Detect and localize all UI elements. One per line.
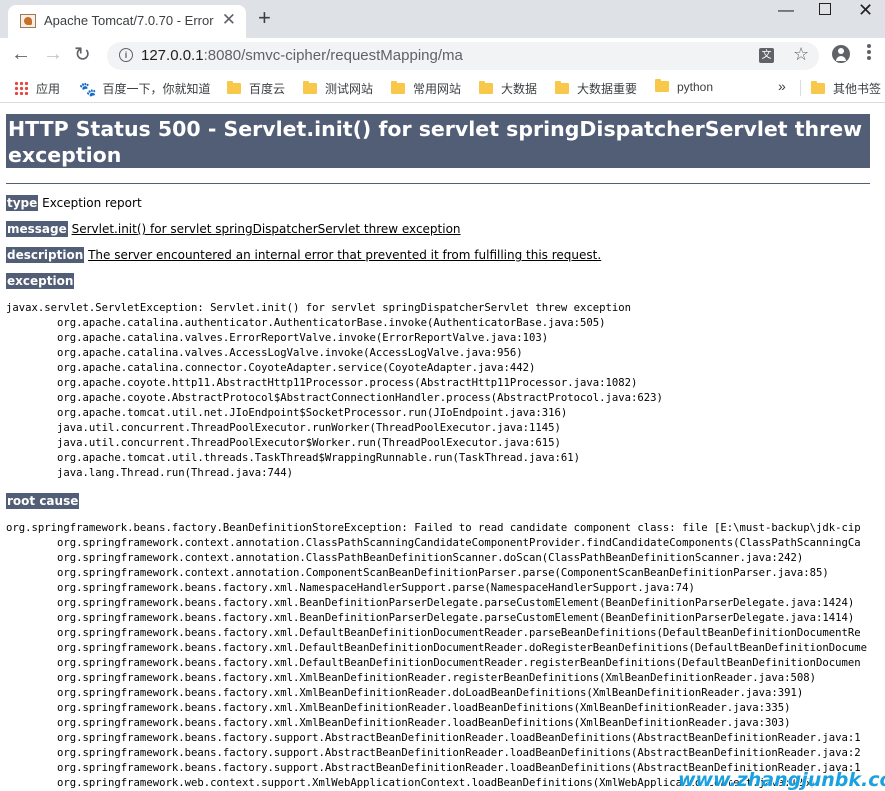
folder-icon xyxy=(479,81,493,94)
type-row: type Exception report xyxy=(6,195,142,211)
baidu-paw-icon: 🐾 xyxy=(79,81,97,97)
maximize-icon[interactable] xyxy=(819,3,831,15)
stack-trace-line: org.apache.catalina.valves.ErrorReportVa… xyxy=(6,332,549,344)
stack-trace-line: org.springframework.context.annotation.C… xyxy=(6,567,829,579)
bookmark-label: 百度一下，你就知道 xyxy=(102,82,211,96)
bookmarks-bar: 应用 🐾 百度一下，你就知道 百度云 测试网站 常用网站 大数据 大数据重要 py… xyxy=(0,74,885,103)
bookmark-label: 常用网站 xyxy=(413,82,462,96)
address-bar[interactable]: i 127.0.0.1:8080/smvc-cipher/requestMapp… xyxy=(107,42,819,70)
root-cause-row: root cause xyxy=(6,493,80,509)
message-label: message xyxy=(6,221,68,237)
stack-trace-line: org.apache.tomcat.util.threads.TaskThrea… xyxy=(6,452,581,464)
bookmark-label: 应用 xyxy=(36,82,61,96)
bookmark-star-icon[interactable]: ☆ xyxy=(793,44,809,65)
bookmark-common-sites[interactable]: 常用网站 xyxy=(391,80,461,97)
bookmark-label: 大数据 xyxy=(501,82,538,96)
bookmark-apps[interactable]: 应用 xyxy=(14,80,60,97)
window-close-icon[interactable]: ✕ xyxy=(858,0,873,21)
bookmark-label: 百度云 xyxy=(249,82,286,96)
stack-trace-line: org.springframework.beans.factory.xml.Xm… xyxy=(6,702,791,714)
stack-trace-line: org.apache.catalina.valves.AccessLogValv… xyxy=(6,347,523,359)
tab-close-icon[interactable]: ✕ xyxy=(222,10,236,30)
browser-toolbar: ← → ↻ i 127.0.0.1:8080/smvc-cipher/reque… xyxy=(0,38,885,74)
stack-trace-line: java.util.concurrent.ThreadPoolExecutor.… xyxy=(6,422,561,434)
stack-trace-line: org.springframework.beans.factory.BeanDe… xyxy=(6,522,861,534)
exception-row: exception xyxy=(6,273,75,289)
bookmark-label: 测试网站 xyxy=(325,82,374,96)
stack-trace-line: org.apache.coyote.http11.AbstractHttp11P… xyxy=(6,377,638,389)
stack-trace-line: org.springframework.beans.factory.xml.Na… xyxy=(6,582,695,594)
bookmarks-overflow-icon[interactable]: » xyxy=(778,78,786,94)
tab-strip: Apache Tomcat/7.0.70 - Error re ✕ + — ✕ xyxy=(0,0,885,38)
bookmark-label: python xyxy=(677,80,714,94)
bookmark-python[interactable]: python xyxy=(655,79,714,94)
bookmark-label: 大数据重要 xyxy=(577,82,638,96)
page-content: HTTP Status 500 - Servlet.init() for ser… xyxy=(0,103,885,788)
folder-icon xyxy=(391,81,405,94)
divider xyxy=(6,183,870,184)
stack-trace-line: org.springframework.beans.factory.xml.De… xyxy=(6,657,861,669)
stack-trace-line: org.springframework.context.annotation.C… xyxy=(6,552,804,564)
bookmark-label: 其他书签 xyxy=(833,82,882,96)
folder-icon xyxy=(227,81,241,94)
stack-trace-line: org.apache.tomcat.util.net.JIoEndpoint$S… xyxy=(6,407,568,419)
bookmark-bigdata-important[interactable]: 大数据重要 xyxy=(555,80,637,97)
root-cause-label: root cause xyxy=(6,493,80,509)
exception-label: exception xyxy=(6,273,75,289)
account-icon[interactable] xyxy=(832,45,850,63)
new-tab-button[interactable]: + xyxy=(258,6,271,30)
bookmark-test-sites[interactable]: 测试网站 xyxy=(303,80,373,97)
stack-trace-line: org.springframework.beans.factory.xml.Xm… xyxy=(6,687,804,699)
stack-trace-line: org.springframework.beans.factory.xml.Be… xyxy=(6,597,855,609)
folder-icon xyxy=(655,79,669,92)
stack-trace-line: org.apache.coyote.AbstractProtocol$Abstr… xyxy=(6,392,663,404)
stack-trace-line: org.springframework.beans.factory.xml.Be… xyxy=(6,612,855,624)
page-title: HTTP Status 500 - Servlet.init() for ser… xyxy=(6,114,870,168)
translate-icon[interactable]: 文 xyxy=(759,48,774,63)
stack-trace-line: javax.servlet.ServletException: Servlet.… xyxy=(6,302,632,314)
kebab-menu-icon[interactable] xyxy=(867,44,871,64)
description-label: description xyxy=(6,247,85,263)
message-row: message Servlet.init() for servlet sprin… xyxy=(6,221,461,237)
type-value: Exception report xyxy=(42,196,142,210)
description-value: The server encountered an internal error… xyxy=(88,248,602,262)
tab-title: Apache Tomcat/7.0.70 - Error re xyxy=(44,13,218,28)
bookmark-baiduyun[interactable]: 百度云 xyxy=(227,80,285,97)
tomcat-favicon-icon xyxy=(20,14,36,28)
bookmark-other[interactable]: 其他书签 xyxy=(811,80,881,97)
folder-icon xyxy=(555,81,569,94)
forward-arrow-icon[interactable]: → xyxy=(43,43,63,66)
bookmark-bigdata[interactable]: 大数据 xyxy=(479,80,537,97)
type-label: type xyxy=(6,195,39,211)
reload-icon[interactable]: ↻ xyxy=(74,42,91,67)
stack-trace-line: org.springframework.context.annotation.C… xyxy=(6,537,861,549)
description-row: description The server encountered an in… xyxy=(6,247,602,263)
url-path: :8080/smvc-cipher/requestMapping/ma xyxy=(203,47,463,64)
bookmarks-divider xyxy=(800,80,801,96)
stack-trace-line: org.springframework.beans.factory.xml.Xm… xyxy=(6,717,791,729)
site-info-icon[interactable]: i xyxy=(119,48,133,62)
back-arrow-icon[interactable]: ← xyxy=(11,43,31,66)
stack-trace-line: org.springframework.beans.factory.suppor… xyxy=(6,747,861,759)
stack-trace-line: java.util.concurrent.ThreadPoolExecutor$… xyxy=(6,437,561,449)
minimize-icon[interactable]: — xyxy=(778,2,794,20)
url-text[interactable]: 127.0.0.1:8080/smvc-cipher/requestMappin… xyxy=(141,47,463,64)
root-cause-stack-trace: org.springframework.beans.factory.BeanDe… xyxy=(6,521,867,788)
tab-active[interactable]: Apache Tomcat/7.0.70 - Error re ✕ xyxy=(8,5,246,38)
stack-trace-line: org.apache.catalina.connector.CoyoteAdap… xyxy=(6,362,536,374)
stack-trace-line: java.lang.Thread.run(Thread.java:744) xyxy=(6,467,294,479)
stack-trace-line: org.springframework.beans.factory.suppor… xyxy=(6,732,861,744)
folder-icon xyxy=(303,81,317,94)
url-host: 127.0.0.1 xyxy=(141,47,204,64)
stack-trace-line: org.springframework.beans.factory.xml.De… xyxy=(6,627,861,639)
exception-stack-trace: javax.servlet.ServletException: Servlet.… xyxy=(6,301,663,481)
stack-trace-line: org.springframework.beans.factory.xml.Xm… xyxy=(6,672,817,684)
apps-grid-icon xyxy=(14,81,28,95)
stack-trace-line: org.apache.catalina.authenticator.Authen… xyxy=(6,317,606,329)
folder-icon xyxy=(811,81,825,94)
bookmark-baidu[interactable]: 🐾 百度一下，你就知道 xyxy=(79,80,210,98)
message-value: Servlet.init() for servlet springDispatc… xyxy=(71,222,461,236)
stack-trace-line: org.springframework.beans.factory.xml.De… xyxy=(6,642,868,654)
